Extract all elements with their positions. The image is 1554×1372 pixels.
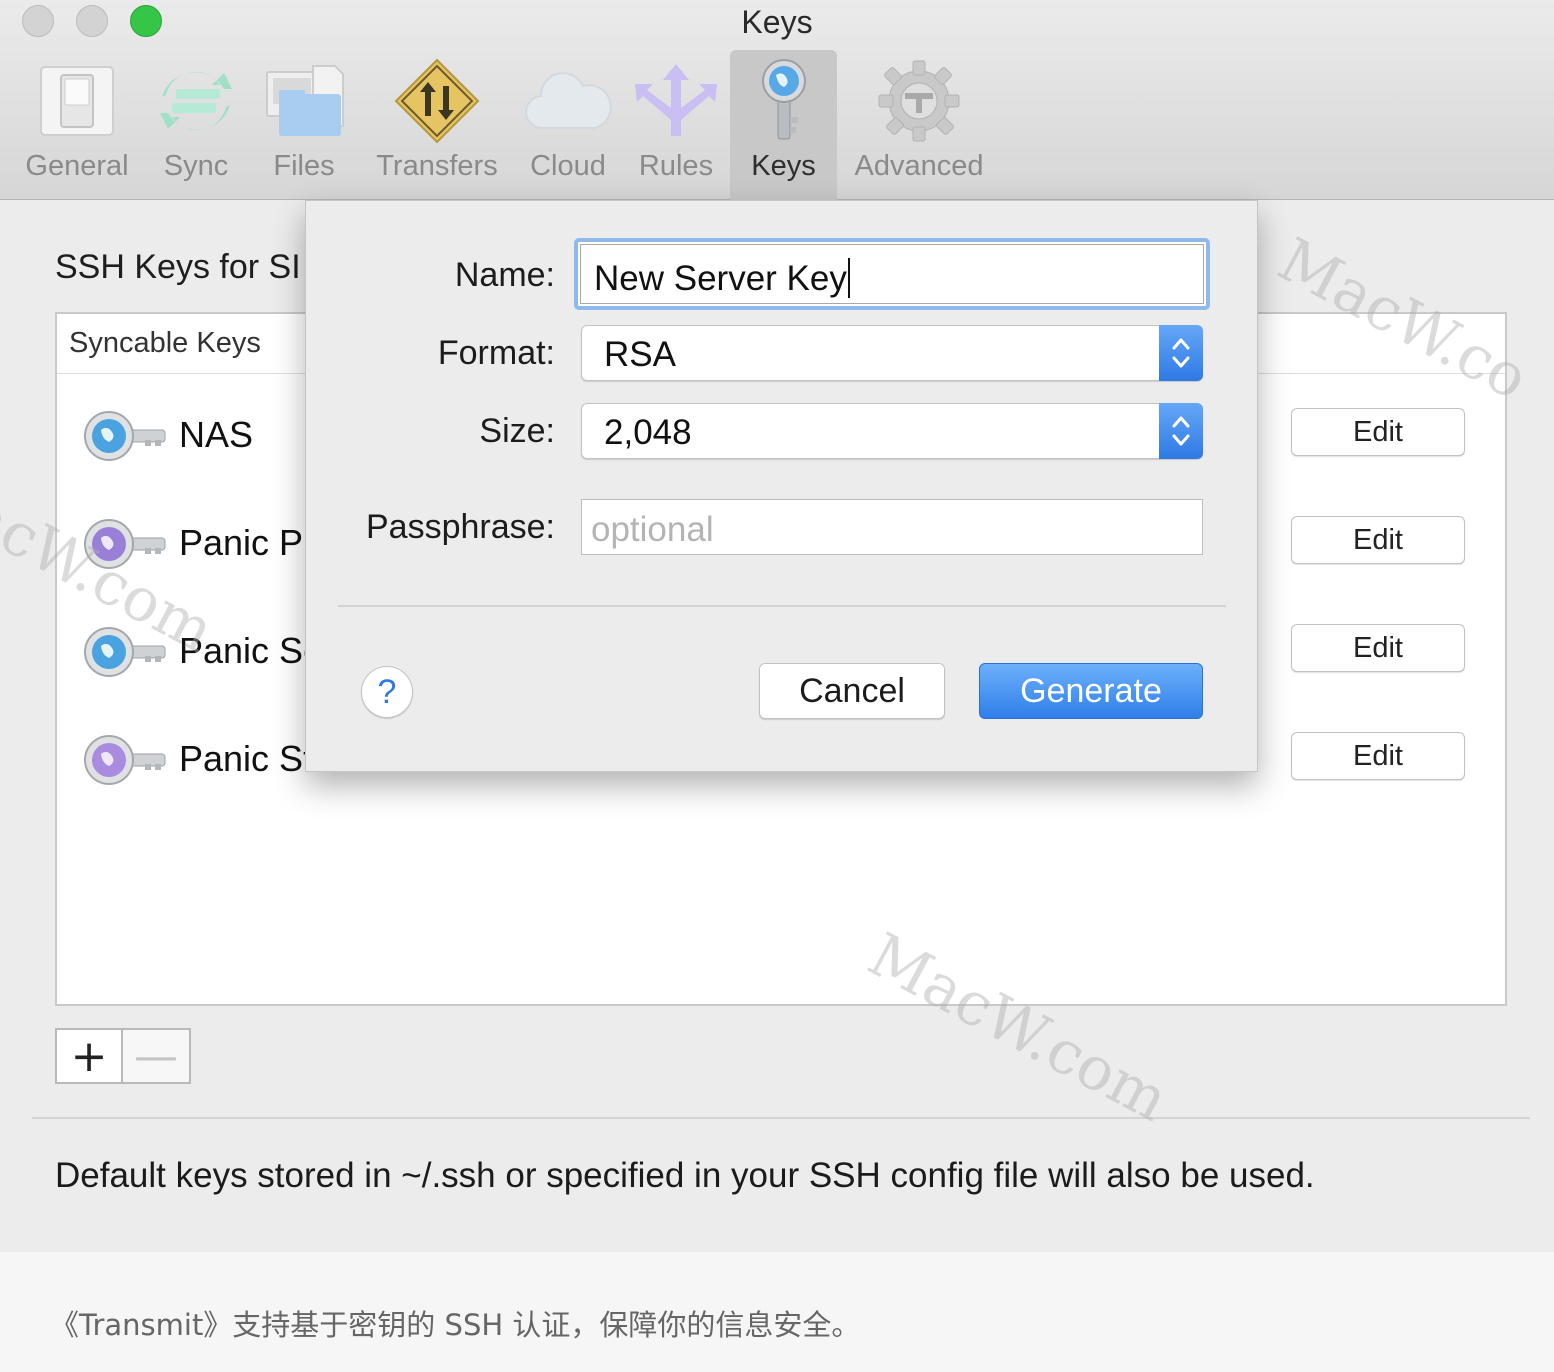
edit-key-button[interactable]: Edit — [1291, 516, 1465, 564]
name-label: Name: — [454, 256, 555, 294]
window-titlebar: Keys General Sync Files Transfers Cloud … — [0, 0, 1554, 200]
chevron-up-down-icon — [1159, 403, 1203, 459]
ssh-key-icon — [83, 408, 167, 469]
text-caret — [847, 258, 850, 298]
footer-note: Default keys stored in ~/.ssh or specifi… — [55, 1156, 1315, 1195]
ssh-key-icon — [83, 516, 167, 577]
toolbar-label: Rules — [638, 150, 714, 182]
toolbar-label: Cloud — [530, 150, 606, 182]
toolbar-label: Sync — [163, 150, 229, 182]
key-name: Panic St — [179, 738, 314, 779]
edit-key-button[interactable]: Edit — [1291, 732, 1465, 780]
passphrase-placeholder: optional — [591, 510, 714, 549]
toolbar-label: Keys — [751, 150, 816, 182]
passphrase-label: Passphrase: — [366, 508, 555, 546]
chevron-up-down-icon — [1159, 325, 1203, 381]
caption-text: 《Transmit》支持基于密钥的 SSH 认证，保障你的信息安全。 — [50, 1308, 861, 1342]
format-popup[interactable]: RSA — [581, 325, 1203, 381]
add-key-button[interactable]: + — [57, 1030, 124, 1082]
files-icon — [259, 56, 349, 146]
size-label: Size: — [479, 412, 555, 450]
transfers-sign-icon — [392, 56, 482, 146]
rules-arrows-icon — [631, 56, 721, 146]
help-button[interactable]: ? — [361, 666, 413, 718]
ssh-key-icon — [83, 624, 167, 685]
new-key-sheet: Name: New Server Key Format: RSA Size: 2… — [305, 200, 1258, 772]
cloud-icon — [523, 56, 613, 146]
add-remove-control: + — — [55, 1028, 191, 1084]
toolbar-label: General — [25, 150, 129, 182]
format-label: Format: — [437, 334, 555, 372]
key-name: Panic Se — [179, 630, 324, 671]
toolbar-item-transfers[interactable]: Transfers — [366, 50, 508, 200]
toolbar-item-general[interactable]: General — [18, 50, 136, 200]
sheet-divider — [338, 605, 1226, 607]
name-field[interactable]: New Server Key — [574, 238, 1210, 310]
format-value: RSA — [604, 335, 676, 374]
gear-icon — [874, 56, 964, 146]
toolbar-item-rules[interactable]: Rules — [630, 50, 722, 200]
key-name: Panic Pr — [179, 522, 316, 563]
toolbar-item-cloud[interactable]: Cloud — [522, 50, 614, 200]
general-switch-icon — [32, 56, 122, 146]
generate-button[interactable]: Generate — [979, 663, 1203, 719]
toolbar-label: Advanced — [854, 150, 984, 182]
toolbar-item-sync[interactable]: Sync — [150, 50, 242, 200]
toolbar-item-files[interactable]: Files — [258, 50, 350, 200]
size-popup[interactable]: 2,048 — [581, 403, 1203, 459]
size-value: 2,048 — [604, 413, 692, 452]
key-globe-icon — [739, 56, 829, 146]
name-field-value: New Server Key — [594, 259, 847, 298]
cancel-button[interactable]: Cancel — [759, 663, 945, 719]
sync-arrows-icon — [151, 56, 241, 146]
divider — [32, 1117, 1530, 1119]
key-name: NAS — [179, 414, 254, 455]
toolbar-label: Files — [273, 150, 335, 182]
toolbar-label: Transfers — [376, 150, 498, 182]
remove-key-button[interactable]: — — [123, 1030, 189, 1082]
window-title: Keys — [741, 4, 813, 40]
edit-key-button[interactable]: Edit — [1291, 408, 1465, 456]
section-title: SSH Keys for SI — [55, 248, 301, 286]
edit-key-button[interactable]: Edit — [1291, 624, 1465, 672]
passphrase-field[interactable]: optional — [581, 499, 1203, 555]
toolbar-item-keys[interactable]: Keys — [730, 50, 837, 200]
ssh-key-icon — [83, 732, 167, 793]
toolbar-item-advanced[interactable]: Advanced — [846, 50, 992, 200]
